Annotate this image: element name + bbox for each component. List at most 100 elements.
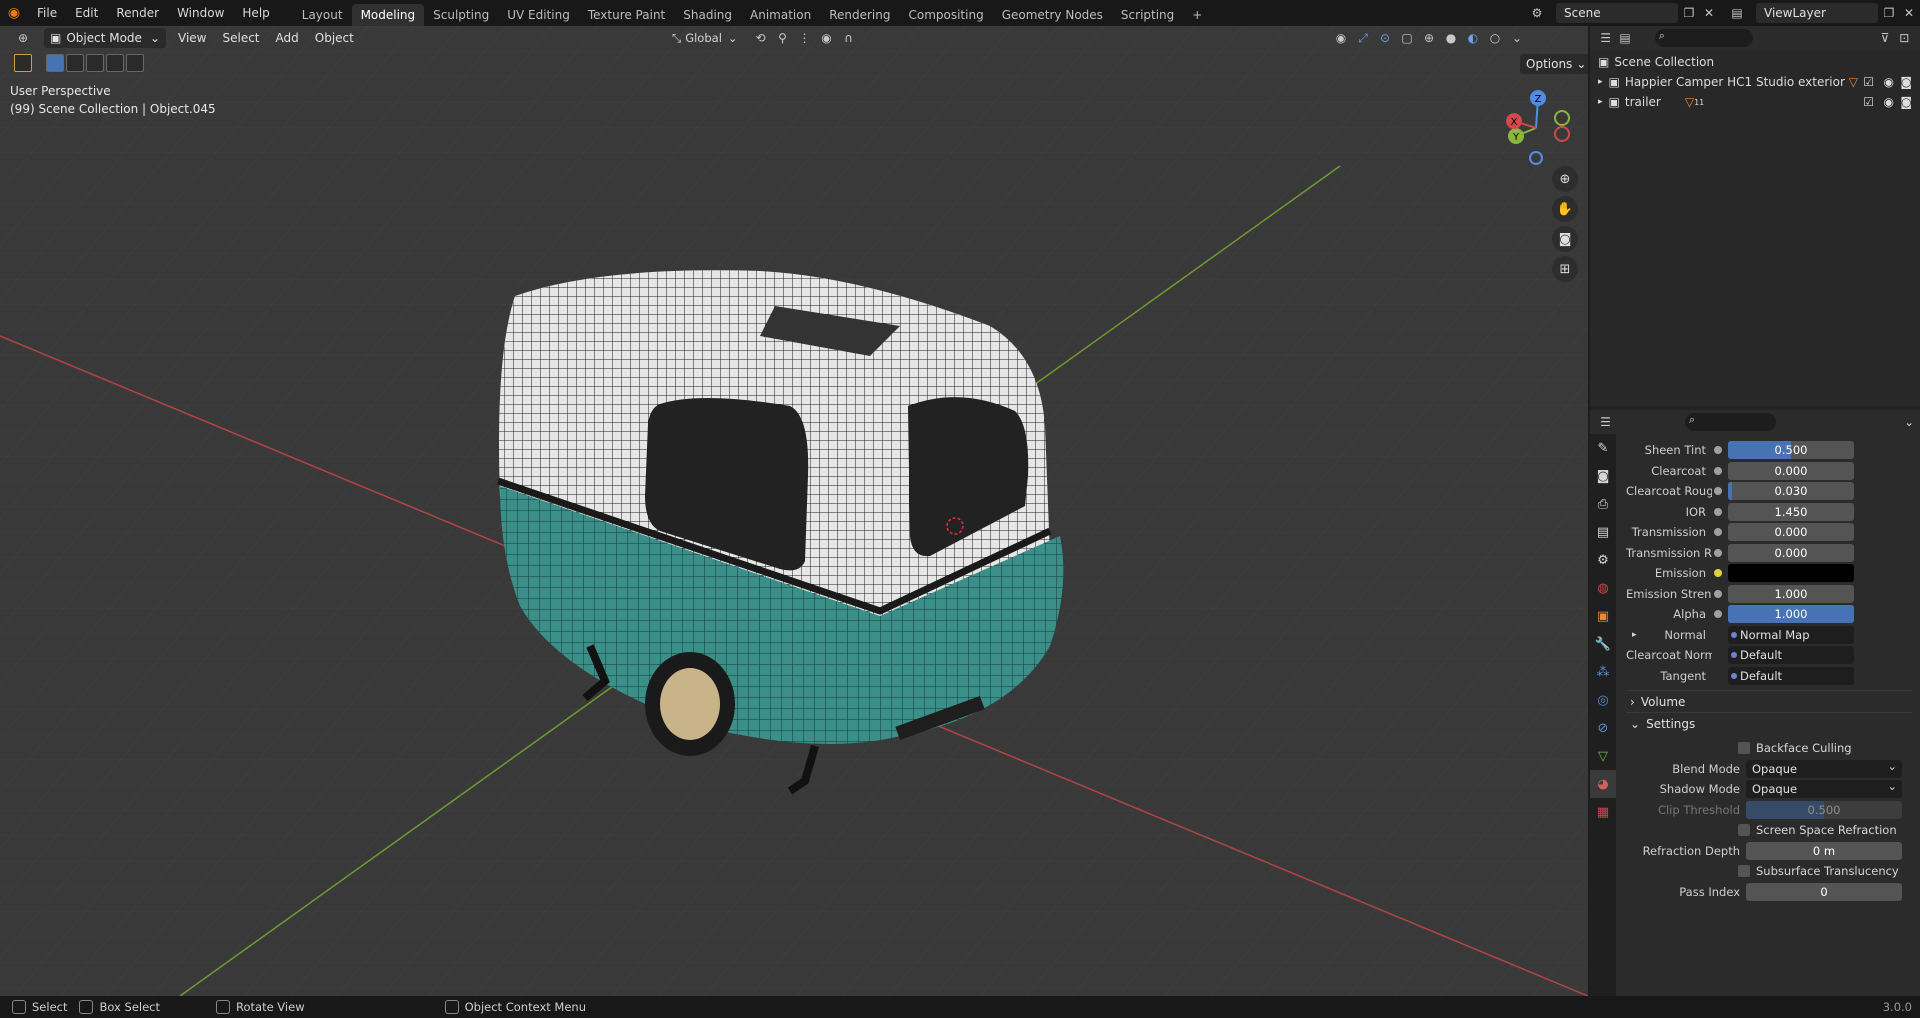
- link-icon[interactable]: ▽: [1849, 75, 1858, 89]
- socket-icon[interactable]: [1714, 569, 1722, 577]
- shadow-mode-dropdown[interactable]: Opaque: [1746, 777, 1902, 798]
- menu-view[interactable]: View: [170, 31, 214, 45]
- data-tab-icon[interactable]: ▽: [1590, 742, 1616, 770]
- output-tab-icon[interactable]: ⎙: [1590, 490, 1616, 518]
- select-intersect-icon[interactable]: [126, 54, 144, 72]
- scene-tab-icon[interactable]: ⚙: [1590, 546, 1616, 574]
- camera-view-icon[interactable]: ◙: [1552, 226, 1578, 252]
- scene-selector[interactable]: Scene: [1556, 3, 1678, 23]
- refraction-depth-field[interactable]: 0 m: [1746, 842, 1902, 860]
- menu-file[interactable]: File: [28, 0, 66, 26]
- snap-icon[interactable]: ⚲: [772, 28, 794, 48]
- view-layer-tab-icon[interactable]: ▤: [1590, 518, 1616, 546]
- tab-uv-editing[interactable]: UV Editing: [498, 4, 579, 26]
- menu-help[interactable]: Help: [233, 0, 278, 26]
- socket-icon[interactable]: [1714, 508, 1722, 516]
- emission-color-swatch[interactable]: [1728, 564, 1854, 582]
- expand-arrow-icon[interactable]: ▸: [1598, 97, 1603, 107]
- transmission-slider[interactable]: 0.000: [1728, 523, 1854, 541]
- shading-rendered-icon[interactable]: ○: [1484, 28, 1506, 48]
- menu-edit[interactable]: Edit: [66, 0, 107, 26]
- tab-compositing[interactable]: Compositing: [899, 4, 992, 26]
- socket-icon[interactable]: [1714, 528, 1722, 536]
- menu-select[interactable]: Select: [214, 31, 267, 45]
- render-tab-icon[interactable]: ◙: [1590, 462, 1616, 490]
- visibility-icon[interactable]: ◉: [1330, 28, 1352, 48]
- socket-icon[interactable]: [1714, 467, 1722, 475]
- socket-icon[interactable]: [1714, 487, 1722, 495]
- add-workspace-button[interactable]: +: [1183, 4, 1211, 26]
- socket-icon[interactable]: [1714, 446, 1722, 454]
- pivot-icon[interactable]: ⟲: [750, 28, 772, 48]
- menu-add[interactable]: Add: [268, 31, 307, 45]
- orientation-selector[interactable]: Global: [685, 31, 722, 45]
- shading-wireframe-icon[interactable]: ⊕: [1418, 28, 1440, 48]
- blend-mode-dropdown[interactable]: Opaque: [1746, 757, 1902, 778]
- tab-geometry-nodes[interactable]: Geometry Nodes: [993, 4, 1112, 26]
- clearcoat-slider[interactable]: 0.000: [1728, 462, 1854, 480]
- display-mode-icon[interactable]: ▤: [1615, 28, 1634, 48]
- normal-link-field[interactable]: Normal Map: [1728, 626, 1854, 644]
- filter-icon[interactable]: ⊽: [1875, 28, 1894, 48]
- material-tab-icon[interactable]: ◕: [1590, 770, 1616, 798]
- snap-target-icon[interactable]: ⋮: [794, 28, 816, 48]
- emission-strength-field[interactable]: 1.000: [1728, 585, 1854, 603]
- backface-culling-checkbox[interactable]: [1738, 742, 1750, 754]
- tweak-tool-icon[interactable]: [14, 54, 32, 72]
- view-layer-icon[interactable]: ▤: [1726, 3, 1748, 23]
- properties-search-input[interactable]: ⌕: [1684, 413, 1777, 431]
- navigation-gizmo[interactable]: Z Y X: [1500, 88, 1580, 168]
- expand-arrow-icon[interactable]: ▸: [1632, 630, 1637, 640]
- menu-render[interactable]: Render: [107, 0, 168, 26]
- camera-render-icon[interactable]: ◙: [1900, 75, 1912, 89]
- camera-render-icon[interactable]: ◙: [1900, 95, 1912, 109]
- outliner-editor-icon[interactable]: ☰: [1596, 28, 1615, 48]
- expand-arrow-icon[interactable]: ▸: [1598, 77, 1603, 87]
- socket-icon[interactable]: [1714, 549, 1722, 557]
- outliner-search-input[interactable]: ⌕: [1654, 29, 1754, 47]
- select-new-icon[interactable]: [46, 54, 64, 72]
- overlay-toggle-icon[interactable]: ⊙: [1374, 28, 1396, 48]
- physics-tab-icon[interactable]: ◎: [1590, 686, 1616, 714]
- scene-icon[interactable]: ⚙: [1526, 3, 1548, 23]
- ior-field[interactable]: 1.450: [1728, 503, 1854, 521]
- texture-tab-icon[interactable]: ▦: [1590, 798, 1616, 826]
- settings-panel-header[interactable]: ⌄ Settings: [1626, 712, 1912, 734]
- eye-icon[interactable]: ◉: [1884, 75, 1894, 89]
- close-view-layer-icon[interactable]: ✕: [1898, 3, 1920, 23]
- zoom-icon[interactable]: ⊕: [1552, 166, 1578, 192]
- socket-icon[interactable]: [1714, 590, 1722, 598]
- copy-scene-icon[interactable]: ❐: [1678, 3, 1700, 23]
- pass-index-field[interactable]: 0: [1746, 883, 1902, 901]
- view-layer-selector[interactable]: ViewLayer: [1756, 3, 1878, 23]
- chevron-down-icon[interactable]: ⌄: [1904, 415, 1914, 429]
- tab-modeling[interactable]: Modeling: [351, 4, 425, 26]
- particles-tab-icon[interactable]: ⁂: [1590, 658, 1616, 686]
- screen-space-refraction-checkbox[interactable]: [1738, 824, 1750, 836]
- tab-sculpting[interactable]: Sculpting: [424, 4, 498, 26]
- 3d-viewport[interactable]: ⊕ ▣ Object Mode ⌄ View Select Add Object…: [0, 26, 1588, 996]
- xray-icon[interactable]: ▢: [1396, 28, 1418, 48]
- perspective-toggle-icon[interactable]: ⊞: [1552, 256, 1578, 282]
- falloff-icon[interactable]: ∩: [838, 28, 860, 48]
- exclude-checkbox-icon[interactable]: ☑: [1863, 75, 1874, 89]
- editor-type-icon[interactable]: ⊕: [12, 28, 34, 48]
- tab-rendering[interactable]: Rendering: [820, 4, 899, 26]
- tab-layout[interactable]: Layout: [293, 4, 352, 26]
- constraints-tab-icon[interactable]: ⊘: [1590, 714, 1616, 742]
- shading-material-icon[interactable]: ◐: [1462, 28, 1484, 48]
- mode-selector[interactable]: ▣ Object Mode ⌄: [44, 28, 166, 48]
- select-extend-icon[interactable]: [66, 54, 84, 72]
- clearcoat-normal-field[interactable]: Default: [1728, 646, 1854, 664]
- exclude-checkbox-icon[interactable]: ☑: [1863, 95, 1874, 109]
- new-collection-icon[interactable]: ⊡: [1895, 28, 1914, 48]
- options-button[interactable]: Options ⌄: [1520, 54, 1588, 74]
- shading-solid-icon[interactable]: ●: [1440, 28, 1462, 48]
- outliner-item[interactable]: ▸ ▣ Happier Camper HC1 Studio exterior ▽…: [1590, 72, 1920, 92]
- tool-tab-icon[interactable]: ✎: [1590, 434, 1616, 462]
- tab-texture-paint[interactable]: Texture Paint: [579, 4, 674, 26]
- socket-icon[interactable]: [1714, 610, 1722, 618]
- scene-collection-row[interactable]: ▣ Scene Collection: [1590, 52, 1920, 72]
- outliner-item[interactable]: ▸ ▣ trailer ▽ 11 ☑ ◉ ◙: [1590, 92, 1920, 112]
- tab-scripting[interactable]: Scripting: [1112, 4, 1183, 26]
